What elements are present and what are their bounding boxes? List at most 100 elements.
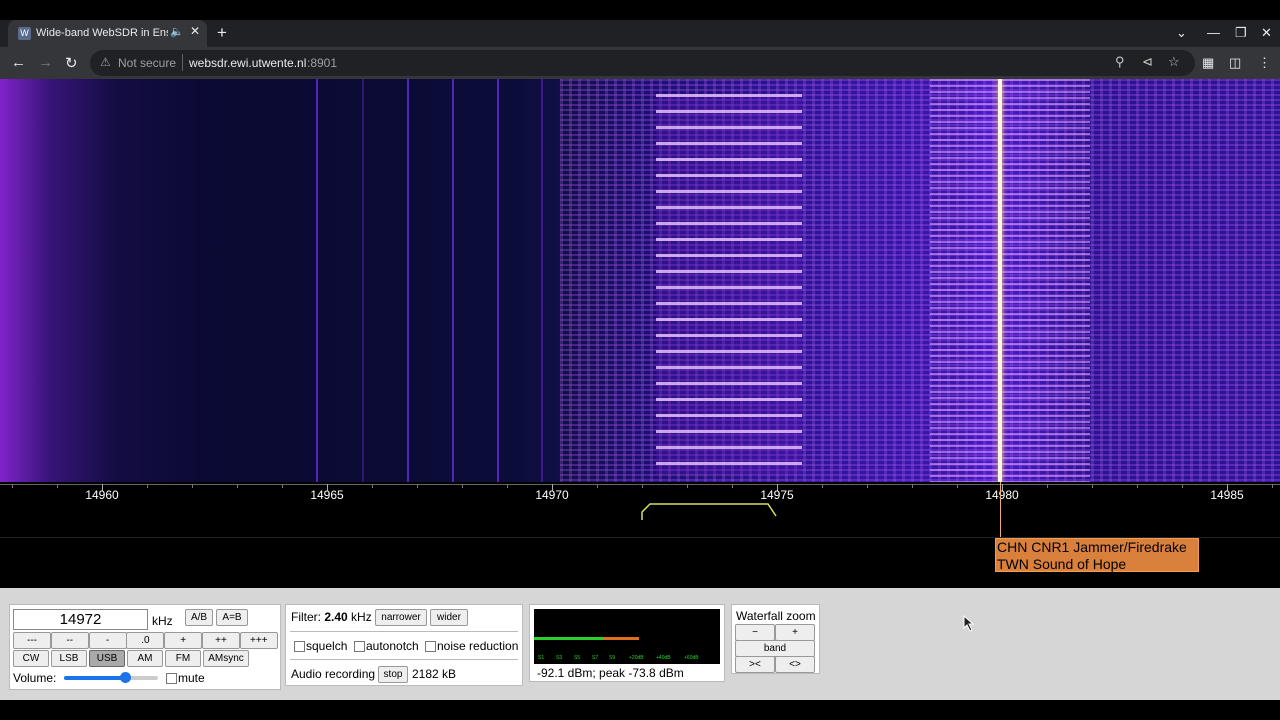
- squelch-checkbox[interactable]: [294, 641, 305, 652]
- side-panel-icon[interactable]: ◫: [1229, 55, 1241, 71]
- waterfall-display[interactable]: [0, 79, 1280, 482]
- mode-button-am[interactable]: AM: [127, 650, 163, 667]
- narrower-button[interactable]: narrower: [375, 609, 427, 626]
- passband-indicator[interactable]: [640, 500, 780, 522]
- security-label[interactable]: Not secure: [118, 56, 176, 70]
- tune-step-button[interactable]: +: [164, 632, 203, 649]
- mode-button-fm[interactable]: FM: [165, 650, 201, 667]
- zoom-band-button[interactable]: band: [735, 640, 815, 657]
- url-port[interactable]: :8901: [307, 56, 337, 70]
- tune-step-button[interactable]: ---: [13, 632, 51, 649]
- close-window-icon[interactable]: ✕: [1261, 25, 1272, 41]
- squelch-label: squelch: [306, 639, 348, 653]
- tune-step-button[interactable]: .0: [126, 632, 165, 649]
- mute-label: mute: [178, 671, 205, 685]
- smeter-box: S1 S3 S5 S7 S9 +20dB +40dB +60dB -92.1 dBm; pea…: [529, 604, 725, 682]
- tune-step-button[interactable]: +++: [239, 632, 278, 649]
- forward-arrow-icon[interactable]: →: [38, 54, 53, 71]
- zoom-magnifier-icon[interactable]: ⚲: [1115, 54, 1125, 70]
- address-bar[interactable]: ⚠ Not secure websdr.ewi.utwente.nl :8901…: [90, 50, 1195, 76]
- waterfall-zoom-box: Waterfall zoom − + band >< <>: [731, 604, 820, 674]
- waterfall-carrier-line: [497, 79, 499, 482]
- smeter-scale-label: S9: [609, 655, 616, 661]
- scale-minor-tick: [1182, 484, 1183, 488]
- mute-checkbox[interactable]: [166, 673, 177, 684]
- extensions-puzzle-icon[interactable]: ▦: [1202, 55, 1214, 71]
- share-icon[interactable]: ⊲: [1142, 54, 1153, 70]
- scale-minor-tick: [687, 484, 688, 488]
- filter-separator: [290, 659, 518, 660]
- speaker-icon[interactable]: 🔈: [170, 25, 184, 38]
- scale-tick-label: 14970: [535, 488, 569, 502]
- waterfall-carrier-line: [541, 79, 543, 482]
- ab-button[interactable]: A/B: [185, 609, 213, 626]
- minimize-icon[interactable]: —: [1207, 25, 1220, 40]
- scale-minor-tick: [57, 484, 58, 488]
- filter-separator: [290, 631, 518, 632]
- tab-search-chevron-icon[interactable]: ⌄: [1176, 25, 1187, 41]
- scale-minor-tick: [867, 484, 868, 488]
- mode-button-lsb[interactable]: LSB: [51, 650, 87, 667]
- close-tab-icon[interactable]: ✕: [190, 24, 200, 38]
- menu-kebab-icon[interactable]: ⋮: [1258, 55, 1271, 71]
- scale-minor-tick: [1092, 484, 1093, 488]
- scale-tick-label: 14985: [1210, 488, 1244, 502]
- filter-bandwidth: 2.40: [324, 610, 348, 624]
- new-tab-button[interactable]: +: [217, 23, 227, 43]
- browser-tab[interactable]: W Wide-band WebSDR in Enschede 🔈 ✕: [8, 20, 207, 47]
- reload-icon[interactable]: ↻: [65, 54, 78, 72]
- scale-minor-tick: [822, 484, 823, 488]
- frequency-scale[interactable]: 14960 14965 14970 14975 14980 14985 CHN CNR1 …: [0, 482, 1280, 588]
- scale-minor-tick: [12, 484, 13, 488]
- station-label[interactable]: CHN CNR1 Jammer/Firedrake TWN Sound of H…: [995, 538, 1199, 572]
- volume-thumb[interactable]: [120, 672, 132, 683]
- bookmark-star-icon[interactable]: ☆: [1168, 54, 1180, 70]
- smeter-scale-label: S1: [538, 655, 545, 661]
- back-arrow-icon[interactable]: ←: [11, 54, 26, 71]
- scale-minor-tick: [507, 484, 508, 488]
- top-black-strip: [0, 0, 1280, 20]
- station-label-line1: CHN CNR1 Jammer/Firedrake: [997, 539, 1187, 555]
- tune-step-button[interactable]: --: [50, 632, 89, 649]
- url-host[interactable]: websdr.ewi.utwente.nl: [189, 56, 306, 70]
- audio-recording-label: Audio recording: [291, 667, 376, 681]
- scale-tick-label: 14960: [85, 488, 119, 502]
- tune-step-button[interactable]: ++: [202, 632, 240, 649]
- warning-icon[interactable]: ⚠: [100, 55, 111, 69]
- stop-recording-button[interactable]: stop: [378, 666, 408, 683]
- zoom-narrow-view-button[interactable]: ><: [735, 656, 775, 673]
- volume-label: Volume:: [13, 671, 57, 685]
- scale-minor-tick: [912, 484, 913, 488]
- volume-fill: [64, 676, 126, 680]
- waterfall-signal-band: [930, 79, 1090, 482]
- scale-minor-tick: [1047, 484, 1048, 488]
- smeter-reading: -92.1 dBm; peak -73.8 dBm: [537, 666, 684, 680]
- wider-button[interactable]: wider: [430, 609, 468, 626]
- tune-step-button[interactable]: -: [88, 632, 127, 649]
- waterfall-strong-carrier: [998, 79, 1002, 482]
- autonotch-checkbox[interactable]: [354, 641, 365, 652]
- scale-minor-tick: [597, 484, 598, 488]
- volume-slider[interactable]: [64, 672, 158, 683]
- scale-minor-tick: [417, 484, 418, 488]
- scale-tick-label: 14980: [985, 488, 1019, 502]
- tab-title: Wide-band WebSDR in Enschede: [36, 27, 168, 39]
- control-panel: kHz A/B A=B ------.0++++++ CWLSBUSBAMFMA…: [0, 588, 1280, 700]
- frequency-input[interactable]: [13, 609, 148, 630]
- filter-title: Filter:: [291, 610, 321, 624]
- autonotch-label: autonotch: [366, 639, 419, 653]
- zoom-in-button[interactable]: +: [775, 624, 815, 641]
- smeter-scale-label: +40dB: [656, 655, 671, 661]
- address-separator: [182, 54, 183, 71]
- zoom-out-button[interactable]: −: [735, 624, 775, 641]
- frequency-unit: kHz: [152, 614, 173, 628]
- mode-button-cw[interactable]: CW: [13, 650, 49, 667]
- restore-icon[interactable]: ❐: [1235, 25, 1247, 41]
- zoom-wide-view-button[interactable]: <>: [775, 656, 815, 673]
- mode-button-usb[interactable]: USB: [89, 650, 125, 667]
- noise-reduction-checkbox[interactable]: [425, 641, 436, 652]
- mode-button-amsync[interactable]: AMsync: [203, 650, 249, 667]
- a-equals-b-button[interactable]: A=B: [216, 609, 248, 626]
- noise-reduction-label: noise reduction: [437, 639, 519, 653]
- tab-bar: W Wide-band WebSDR in Enschede 🔈 ✕ + ⌄ —…: [0, 20, 1280, 47]
